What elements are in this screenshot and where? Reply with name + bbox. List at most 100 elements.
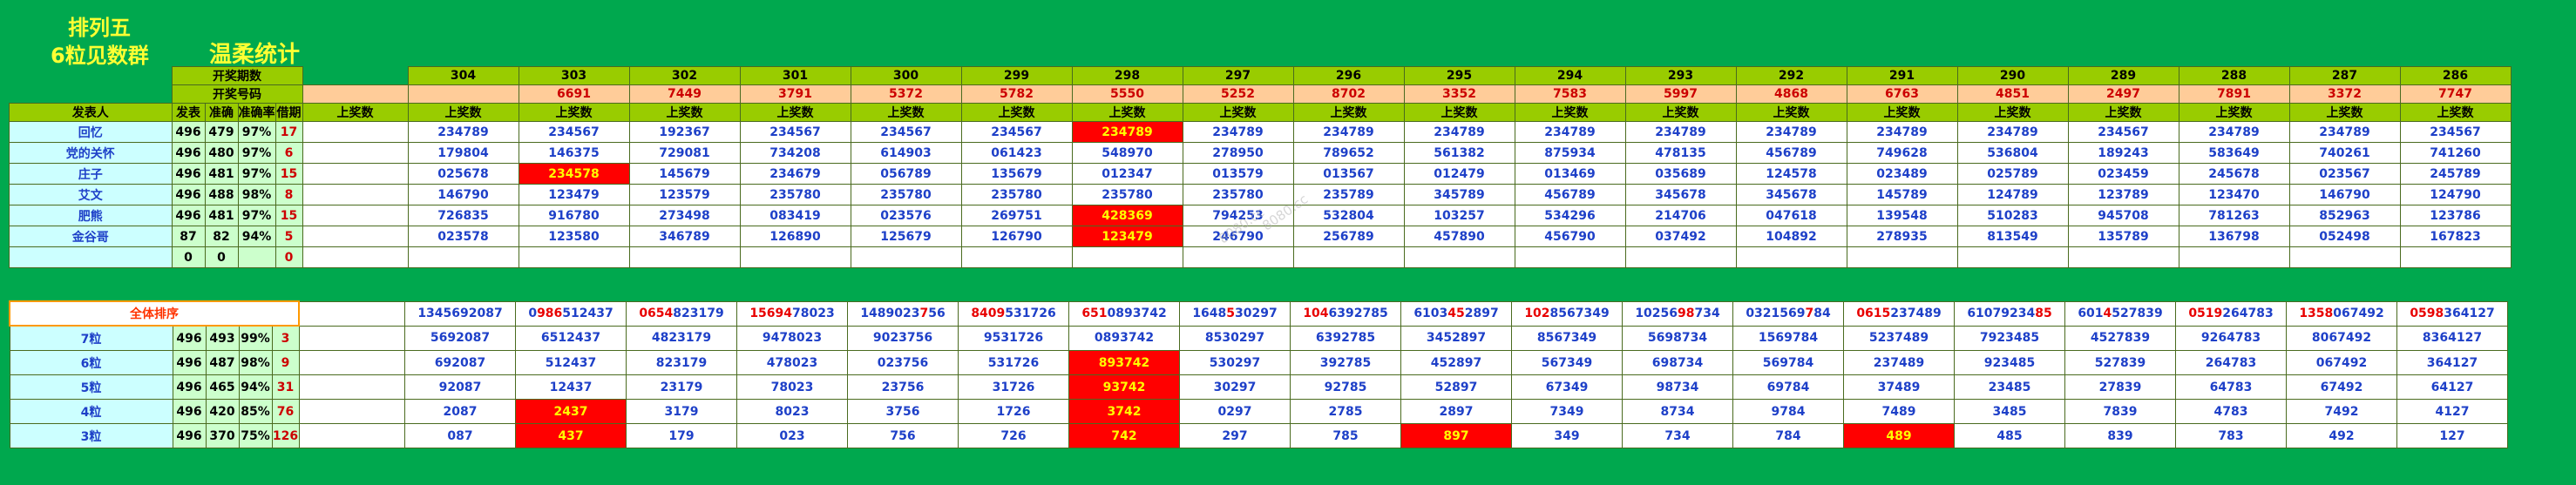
stat-header: 准确率 xyxy=(237,103,276,122)
ranking-cell: 09865124370986512437 xyxy=(515,300,627,327)
prediction-cell: 123789 xyxy=(2067,184,2179,205)
prediction-cell: 056789 xyxy=(850,163,962,185)
blank-cell xyxy=(298,399,406,424)
ranking-part: 531726 xyxy=(1005,306,1056,320)
stat-value: 3 xyxy=(271,325,300,351)
prediction-cell: 532804 xyxy=(1292,205,1405,226)
grain-cell: 264783 xyxy=(2175,350,2288,375)
prediction-cell: 456790 xyxy=(1514,226,1626,247)
stat-value: 87 xyxy=(171,226,206,247)
prediction-cell: 025789 xyxy=(1956,163,2069,185)
draw-number: 7891 xyxy=(2178,84,2290,104)
prediction-cell: 945708 xyxy=(2067,205,2179,226)
prediction-cell: 749628 xyxy=(1846,142,1958,164)
grain-cell: 64127 xyxy=(2396,374,2509,400)
ranking-label: 全体排序 xyxy=(8,300,301,327)
draw-label: 开奖号码 xyxy=(171,84,303,104)
prediction-cell: 124790 xyxy=(2399,184,2512,205)
prediction-cell: 123470 xyxy=(2178,184,2290,205)
draw-number: 6763 xyxy=(1846,84,1958,104)
grain-cell: 4127 xyxy=(2396,399,2509,424)
shang-header: 上奖数 xyxy=(1624,103,1737,122)
grain-cell: 823179 xyxy=(626,350,738,375)
prediction-cell xyxy=(2067,246,2179,268)
prediction-cell xyxy=(1956,246,2069,268)
prediction-cell: 234789 xyxy=(2178,121,2290,143)
prediction-cell: 124789 xyxy=(1956,184,2069,205)
grain-cell: 023 xyxy=(736,423,849,448)
ranking-part-red: 15694 xyxy=(749,306,793,320)
ranking-part-red: 0598 xyxy=(2410,306,2444,320)
issue-number: 295 xyxy=(1403,66,1515,85)
stat-value: 496 xyxy=(171,163,206,185)
blank-cell xyxy=(10,67,173,85)
grain-cell: 492 xyxy=(2286,423,2398,448)
prediction-cell: 025678 xyxy=(407,163,519,185)
grain-cell: 1726 xyxy=(958,399,1070,424)
blank-cell xyxy=(298,423,406,448)
shang-header: 上奖数 xyxy=(518,103,630,122)
prediction-cell: 192367 xyxy=(628,121,741,143)
prediction-cell: 456789 xyxy=(1735,142,1847,164)
prediction-cell: 235780 xyxy=(960,184,1073,205)
issue-number: 300 xyxy=(850,66,962,85)
prediction-cell: 875934 xyxy=(1514,142,1626,164)
ranking-cell: 61034528976103452897 xyxy=(1400,300,1513,327)
draw-number: 3352 xyxy=(1403,84,1515,104)
grain-cell: 893742 xyxy=(1068,350,1181,375)
grain-cell: 179 xyxy=(626,423,738,448)
ranking-part-red: 85 xyxy=(2035,306,2052,320)
issue-number: 293 xyxy=(1624,66,1737,85)
prediction-cell: 234789 xyxy=(1182,121,1294,143)
prediction-cell: 123479 xyxy=(1071,226,1183,247)
grain-cell: 3756 xyxy=(847,399,959,424)
shang-header: 上奖数 xyxy=(1956,103,2069,122)
prediction-cell: 794253 xyxy=(1182,205,1294,226)
prediction-cell: 916780 xyxy=(518,205,630,226)
ranking-part-red: 0519 xyxy=(2188,306,2223,320)
ranking-cell: 05983641270598364127 xyxy=(2396,300,2509,327)
grain-cell: 5237489 xyxy=(1843,325,1956,351)
grain-cell: 569784 xyxy=(1732,350,1845,375)
publisher-name xyxy=(9,246,173,268)
stat-value: 94% xyxy=(238,374,273,400)
grain-cell: 3179 xyxy=(626,399,738,424)
stat-value: 0 xyxy=(204,246,239,268)
draw-number: 5550 xyxy=(1071,84,1183,104)
draw-number: 5997 xyxy=(1624,84,1737,104)
prediction-cell: 781263 xyxy=(2178,205,2290,226)
blank-cell xyxy=(298,374,406,400)
stat-value: 479 xyxy=(204,121,239,143)
ranking-part: 364127 xyxy=(2444,306,2495,320)
grain-cell: 9531726 xyxy=(958,325,1070,351)
grain-cell: 8567349 xyxy=(1511,325,1624,351)
prediction-cell: 345678 xyxy=(1624,184,1737,205)
grain-cell: 923485 xyxy=(1954,350,2066,375)
grain-cell: 531726 xyxy=(958,350,1070,375)
prediction-cell: 124578 xyxy=(1735,163,1847,185)
prediction-cell: 234789 xyxy=(1735,121,1847,143)
grain-cell: 0893742 xyxy=(1068,325,1181,351)
grain-table: 全体排序134569208713456920870986512437098651… xyxy=(8,300,2509,448)
prediction-cell: 047618 xyxy=(1735,205,1847,226)
ranking-cell: 10463927851046392785 xyxy=(1290,300,1402,327)
prediction-cell: 123479 xyxy=(518,184,630,205)
prediction-cell: 478135 xyxy=(1624,142,1737,164)
prediction-cell: 037492 xyxy=(1624,226,1737,247)
stat-value: 496 xyxy=(172,325,207,351)
grain-cell: 4527839 xyxy=(2064,325,2177,351)
grain-name: 7粒 xyxy=(9,325,173,351)
shang-header: 上奖数 xyxy=(1846,103,1958,122)
draw-number: 6691 xyxy=(518,84,630,104)
grain-cell: 23485 xyxy=(1954,374,2066,400)
prediction-cell: 146375 xyxy=(518,142,630,164)
grain-cell: 67492 xyxy=(2286,374,2398,400)
prediction-cell: 561382 xyxy=(1403,142,1515,164)
blank-cell xyxy=(302,205,409,226)
grain-cell: 349 xyxy=(1511,423,1624,448)
grain-cell: 92087 xyxy=(404,374,517,400)
ranking-part: 067492 xyxy=(2333,306,2384,320)
shang-header: 上奖数 xyxy=(1071,103,1183,122)
prediction-cell: 136798 xyxy=(2178,226,2290,247)
grain-cell: 364127 xyxy=(2396,350,2509,375)
